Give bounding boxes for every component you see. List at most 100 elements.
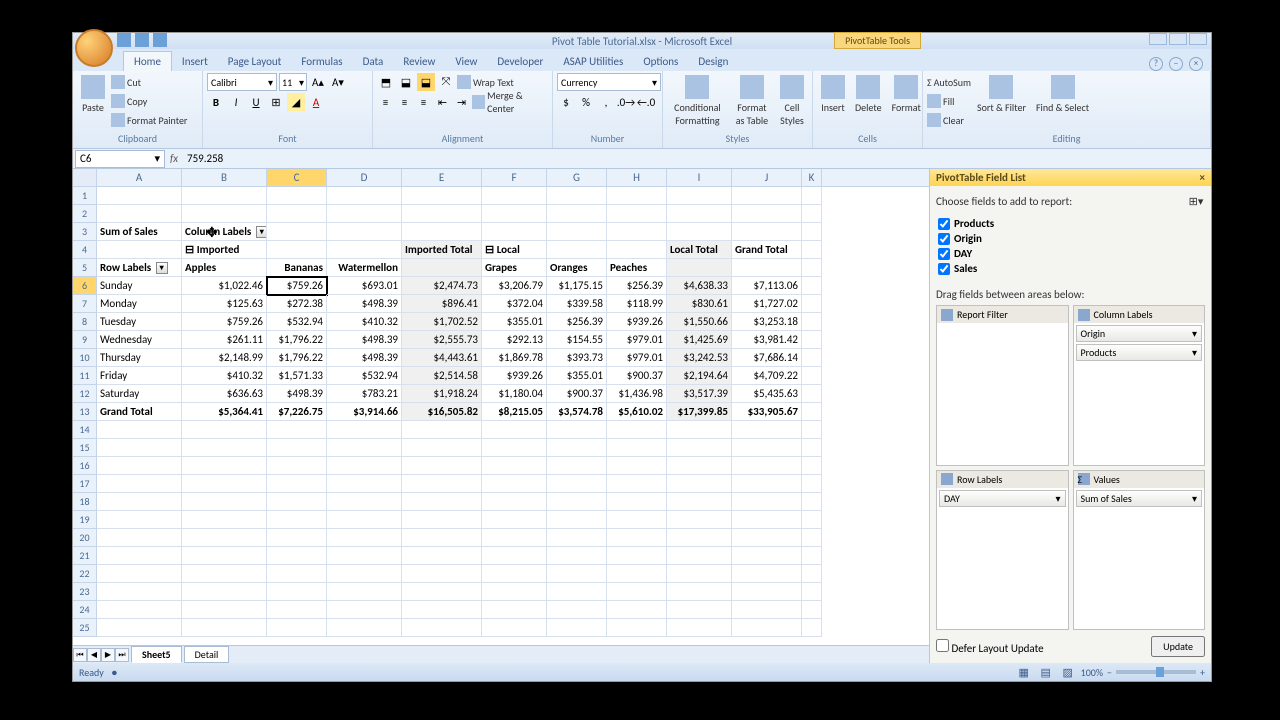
bold-button[interactable]: B — [207, 93, 225, 111]
row-header-1[interactable]: 1 — [73, 187, 97, 205]
redo-icon[interactable] — [153, 33, 167, 47]
zoom-out-button[interactable]: − — [1107, 666, 1112, 679]
defer-update-checkbox[interactable]: Defer Layout Update — [936, 639, 1044, 655]
cell[interactable]: $1,022.46 — [182, 277, 267, 295]
cell[interactable] — [667, 493, 732, 511]
align-top-button[interactable]: ⬒ — [377, 73, 395, 91]
cell[interactable] — [732, 583, 802, 601]
cell[interactable] — [802, 187, 822, 205]
orientation-button[interactable]: ⤧ — [437, 73, 455, 91]
col-header-H[interactable]: H — [607, 169, 667, 186]
row-header-12[interactable]: 12 — [73, 385, 97, 403]
col-header-C[interactable]: C — [267, 169, 327, 186]
cell[interactable] — [802, 331, 822, 349]
cell[interactable]: $256.39 — [547, 313, 607, 331]
close-workbook-icon[interactable]: × — [1189, 57, 1203, 71]
cell[interactable]: $900.37 — [607, 367, 667, 385]
cell[interactable] — [402, 601, 482, 619]
normal-view-button[interactable]: ▦ — [1015, 663, 1033, 681]
cell[interactable] — [402, 223, 482, 241]
row-header-4[interactable]: 4 — [73, 241, 97, 259]
last-sheet-button[interactable]: ⏭ — [115, 648, 129, 662]
cell[interactable] — [482, 223, 547, 241]
cell[interactable]: Grand Total — [732, 241, 802, 259]
cell[interactable]: $532.94 — [327, 367, 402, 385]
cell[interactable] — [802, 241, 822, 259]
cell[interactable] — [607, 583, 667, 601]
cell[interactable] — [402, 565, 482, 583]
grow-font-button[interactable]: A▴ — [309, 73, 327, 91]
cell[interactable] — [802, 565, 822, 583]
cell[interactable] — [267, 493, 327, 511]
format-painter-button[interactable]: Format Painter — [111, 111, 187, 129]
cell[interactable]: $410.32 — [182, 367, 267, 385]
cell[interactable]: $5,610.02 — [607, 403, 667, 421]
cell[interactable] — [482, 583, 547, 601]
row-header-22[interactable]: 22 — [73, 565, 97, 583]
currency-button[interactable]: $ — [557, 93, 575, 111]
cell[interactable]: Peaches — [607, 259, 667, 277]
cell[interactable]: Sunday — [97, 277, 182, 295]
cell[interactable]: $979.01 — [607, 331, 667, 349]
fx-button[interactable]: fx — [165, 152, 183, 165]
cell[interactable] — [732, 421, 802, 439]
cell[interactable]: $410.32 — [327, 313, 402, 331]
cell[interactable]: $3,206.79 — [482, 277, 547, 295]
cell[interactable]: $1,175.15 — [547, 277, 607, 295]
worksheet-grid[interactable]: ABCDEFGHIJK 123Sum of SalesColumn Labels… — [73, 169, 929, 663]
cell[interactable] — [667, 457, 732, 475]
align-middle-button[interactable]: ⬓ — [397, 73, 415, 91]
cell[interactable]: Imported Total — [402, 241, 482, 259]
cell[interactable] — [802, 295, 822, 313]
cell[interactable] — [547, 205, 607, 223]
row-header-18[interactable]: 18 — [73, 493, 97, 511]
cell[interactable] — [547, 457, 607, 475]
layout-options-button[interactable]: ⊞▾ — [1187, 192, 1205, 210]
cell[interactable] — [482, 205, 547, 223]
cell[interactable] — [97, 493, 182, 511]
decrease-decimal-button[interactable]: ←.0 — [637, 93, 655, 111]
paste-button[interactable]: Paste — [77, 73, 109, 116]
cell[interactable] — [402, 421, 482, 439]
autosum-button[interactable]: Σ AutoSum — [927, 73, 971, 91]
insert-cells-button[interactable]: Insert — [817, 73, 849, 116]
cell[interactable]: $355.01 — [547, 367, 607, 385]
cell[interactable] — [327, 583, 402, 601]
row-header-14[interactable]: 14 — [73, 421, 97, 439]
cell[interactable] — [97, 619, 182, 637]
undo-icon[interactable] — [135, 33, 149, 47]
row-header-5[interactable]: 5 — [73, 259, 97, 277]
decrease-indent-button[interactable]: ⇤ — [434, 93, 451, 111]
cell[interactable]: Bananas — [267, 259, 327, 277]
help-icon[interactable]: ? — [1149, 57, 1163, 71]
cell[interactable]: $4,638.33 — [667, 277, 732, 295]
sheet-tab-sheet5[interactable]: Sheet5 — [131, 646, 182, 663]
cell[interactable] — [802, 529, 822, 547]
cell[interactable] — [327, 439, 402, 457]
cell[interactable]: $1,180.04 — [482, 385, 547, 403]
cell[interactable] — [267, 511, 327, 529]
cell[interactable] — [802, 223, 822, 241]
cell[interactable]: $339.58 — [547, 295, 607, 313]
cell[interactable] — [802, 403, 822, 421]
zoom-level[interactable]: 100% — [1081, 666, 1103, 679]
cell[interactable] — [482, 565, 547, 583]
minimize-ribbon-icon[interactable]: – — [1169, 57, 1183, 71]
cell[interactable]: $3,517.39 — [667, 385, 732, 403]
cell[interactable] — [802, 385, 822, 403]
cell[interactable] — [547, 187, 607, 205]
cell[interactable]: $33,905.67 — [732, 403, 802, 421]
cell[interactable]: $2,194.64 — [667, 367, 732, 385]
cell[interactable] — [607, 439, 667, 457]
cell[interactable] — [802, 259, 822, 277]
row-labels-area[interactable]: Row Labels DAY▾ — [936, 470, 1069, 631]
cell[interactable]: $2,514.58 — [402, 367, 482, 385]
align-left-button[interactable]: ≡ — [377, 93, 394, 111]
col-header-J[interactable]: J — [732, 169, 802, 186]
tab-asap[interactable]: ASAP Utilities — [553, 52, 633, 71]
cell[interactable] — [607, 619, 667, 637]
cell[interactable] — [732, 457, 802, 475]
cell[interactable] — [327, 457, 402, 475]
row-header-15[interactable]: 15 — [73, 439, 97, 457]
macro-record-icon[interactable]: ⏺ — [112, 666, 117, 679]
